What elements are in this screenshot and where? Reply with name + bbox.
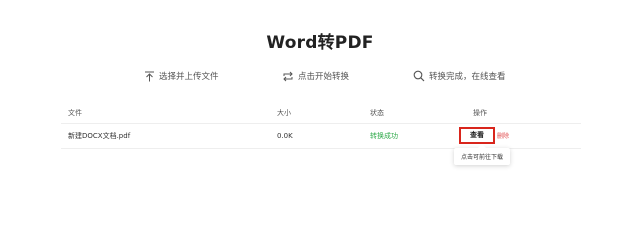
delete-link[interactable]: 删除	[497, 131, 509, 140]
tooltip-arrow	[478, 144, 486, 148]
row-actions: 查看 删除	[459, 127, 509, 144]
header-file: 文件	[68, 109, 82, 117]
steps-bar: 选择并上传文件 点击开始转换 转换完成，在线查看	[0, 70, 640, 86]
status-badge: 转换成功	[370, 132, 398, 140]
file-name: 新建DOCX文档.pdf	[68, 132, 131, 140]
step-convert: 点击开始转换	[282, 70, 349, 82]
step-upload-label: 选择并上传文件	[159, 72, 219, 82]
step-convert-label: 点击开始转换	[298, 72, 350, 82]
table-header-row: 文件 大小 状态 操作	[61, 103, 581, 124]
files-table: 文件 大小 状态 操作 新建DOCX文档.pdf 0.0K 转换成功 查看 删除	[61, 103, 581, 149]
header-actions: 操作	[473, 109, 487, 117]
download-tooltip: 点击可前往下载	[454, 144, 510, 165]
upload-icon	[145, 71, 154, 81]
table-row: 新建DOCX文档.pdf 0.0K 转换成功 查看 删除	[61, 124, 581, 149]
convert-icon	[283, 71, 293, 81]
step-view: 转换完成，在线查看	[413, 70, 506, 82]
search-icon	[413, 70, 425, 82]
view-button[interactable]: 查看	[459, 127, 495, 144]
tooltip-text: 点击可前往下载	[460, 154, 503, 161]
page-title: Word转PDF	[266, 33, 374, 53]
step-upload: 选择并上传文件	[144, 70, 219, 82]
file-size: 0.0K	[277, 132, 293, 140]
header-status: 状态	[370, 109, 384, 117]
step-view-label: 转换完成，在线查看	[429, 72, 506, 82]
header-size: 大小	[277, 109, 291, 117]
